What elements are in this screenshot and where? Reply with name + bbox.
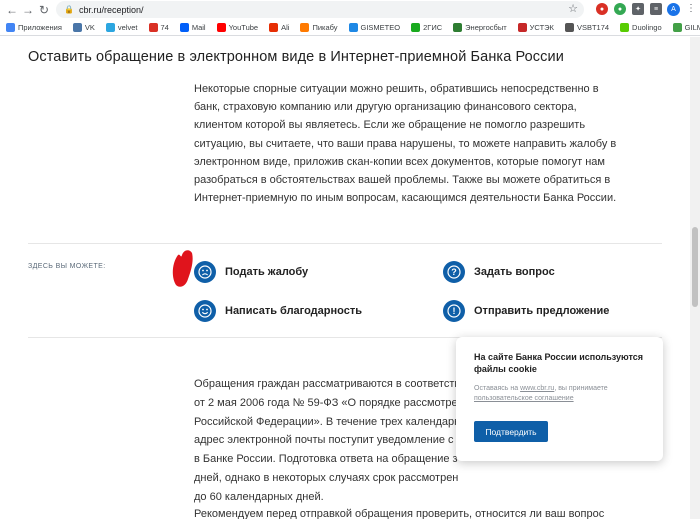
divider xyxy=(28,243,662,244)
bookmark-item[interactable]: 74 xyxy=(148,22,169,32)
extension-icon[interactable]: ● xyxy=(596,3,608,15)
scroll-thumb[interactable] xyxy=(692,227,698,307)
bookmark-label: velvet xyxy=(117,22,138,32)
favicon-icon xyxy=(517,22,527,32)
bookmark-item[interactable]: Приложения xyxy=(6,22,62,32)
favicon-icon xyxy=(348,22,358,32)
section-label: ЗДЕСЬ ВЫ МОЖЕТЕ: xyxy=(28,263,106,270)
submit-complaint-button[interactable]: Подать жалобу xyxy=(194,261,308,283)
favicon-icon xyxy=(269,22,279,32)
cookie-title: На сайте Банка России используются файлы… xyxy=(474,352,643,374)
site-link[interactable]: www.cbr.ru xyxy=(520,385,554,392)
bookmark-label: 74 xyxy=(160,22,169,32)
address-bar[interactable]: 🔒 cbr.ru/reception/ ☆ xyxy=(56,1,584,18)
back-icon[interactable]: ← xyxy=(4,0,20,19)
action-label: Отправить предложение xyxy=(474,305,610,317)
bookmark-item[interactable]: Mail xyxy=(179,22,206,32)
bookmark-label: 2ГИС xyxy=(423,22,443,32)
bookmark-label: Пикабу xyxy=(312,22,338,32)
bookmark-label: Mail xyxy=(191,22,206,32)
extension-icon[interactable]: ● xyxy=(614,3,626,15)
user-agreement-link[interactable]: пользовательское соглашение xyxy=(474,395,574,402)
profile-avatar[interactable]: A xyxy=(667,3,680,16)
favicon-icon xyxy=(6,22,15,32)
action-label: Подать жалобу xyxy=(225,266,309,278)
action-label: Написать благодарность xyxy=(225,305,362,317)
bookmark-item[interactable]: Duolingo xyxy=(620,22,662,32)
bookmark-label: GISMETEO xyxy=(360,22,401,32)
info-icon: ! xyxy=(443,300,465,322)
media-icon[interactable]: ≡ xyxy=(650,3,662,15)
bookmark-item[interactable]: velvet xyxy=(105,22,138,32)
bookmark-label: Duolingo xyxy=(632,22,662,32)
page-title: Оставить обращение в электронном виде в … xyxy=(28,49,564,65)
bookmark-item[interactable]: VSBT174 xyxy=(564,22,610,32)
favicon-icon xyxy=(72,22,82,32)
ask-question-button[interactable]: ? Задать вопрос xyxy=(443,261,555,283)
favicon-icon xyxy=(216,22,226,32)
bookmarks-bar: Приложения VK velvet 74 Mail YouTube Ali Пикабу… xyxy=(0,19,700,36)
cookie-text-part: Оставаясь на xyxy=(474,385,521,392)
cookie-text-part: , вы принимаете xyxy=(554,385,608,392)
text-line: до 60 календарных дней. xyxy=(194,490,324,503)
menu-icon[interactable]: ⋮ xyxy=(686,3,696,14)
bookmark-label: VK xyxy=(84,22,95,32)
favicon-icon xyxy=(179,22,189,32)
favicon-icon xyxy=(672,22,682,32)
favicon-icon xyxy=(453,22,463,32)
red-annotation-mark xyxy=(170,249,196,294)
bookmark-item[interactable]: 2ГИС xyxy=(411,22,443,32)
lock-icon: 🔒 xyxy=(64,5,74,14)
reload-icon[interactable]: ↻ xyxy=(36,0,52,19)
bookmark-item[interactable]: GILMON xyxy=(672,22,700,32)
favicon-icon xyxy=(620,22,630,32)
svg-text:!: ! xyxy=(453,306,456,316)
bookmark-label: Энергосбыт xyxy=(465,22,507,32)
cookie-text: Оставаясь на www.cbr.ru, вы принимаете п… xyxy=(474,384,645,403)
sad-face-icon xyxy=(194,261,216,283)
bookmark-item[interactable]: GISMETEO xyxy=(348,22,401,32)
bookmark-label: Приложения xyxy=(18,22,62,32)
bookmark-label: Ali xyxy=(281,22,290,32)
send-proposal-button[interactable]: ! Отправить предложение xyxy=(443,300,609,322)
favicon-icon xyxy=(148,22,158,32)
text-line: дней, однако в некоторых случаях срок ра… xyxy=(194,471,459,484)
bookmark-item[interactable]: Пикабу xyxy=(300,22,338,32)
bookmark-label: VSBT174 xyxy=(576,22,610,32)
bookmark-item[interactable]: VK xyxy=(72,22,95,32)
action-label: Задать вопрос xyxy=(474,266,555,278)
url-text: cbr.ru/reception/ xyxy=(78,4,144,15)
bookmark-label: YouTube xyxy=(228,22,259,32)
scrollbar[interactable] xyxy=(690,37,700,519)
confirm-cookie-button[interactable]: Подтвердить xyxy=(474,421,548,442)
svg-text:?: ? xyxy=(451,267,457,277)
forward-icon[interactable]: → xyxy=(20,0,36,19)
bookmark-label: УСТЭК xyxy=(529,22,554,32)
browser-toolbar: ← → ↻ 🔒 cbr.ru/reception/ ☆ ● ● ✦ ≡ A ⋮ xyxy=(0,0,700,19)
bookmark-item[interactable]: YouTube xyxy=(216,22,259,32)
favicon-icon xyxy=(105,22,115,32)
bookmark-item[interactable]: Энергосбыт xyxy=(453,22,507,32)
cookie-popup: На сайте Банка России используются файлы… xyxy=(456,337,663,461)
smile-icon xyxy=(194,300,216,322)
question-icon: ? xyxy=(443,261,465,283)
favicon-icon xyxy=(300,22,310,32)
bookmark-label: GILMON xyxy=(684,22,700,32)
bookmark-item[interactable]: Ali xyxy=(269,22,290,32)
intro-paragraph: Некоторые спорные ситуации можно решить,… xyxy=(194,83,617,205)
write-thanks-button[interactable]: Написать благодарность xyxy=(194,300,362,322)
bookmark-star-icon[interactable]: ☆ xyxy=(568,2,578,15)
extensions-puzzle-icon[interactable]: ✦ xyxy=(632,3,644,15)
bookmark-item[interactable]: УСТЭК xyxy=(517,22,554,32)
favicon-icon xyxy=(411,22,421,32)
recommendation-paragraph: Рекомендуем перед отправкой обращения пр… xyxy=(194,508,605,519)
favicon-icon xyxy=(564,22,574,32)
